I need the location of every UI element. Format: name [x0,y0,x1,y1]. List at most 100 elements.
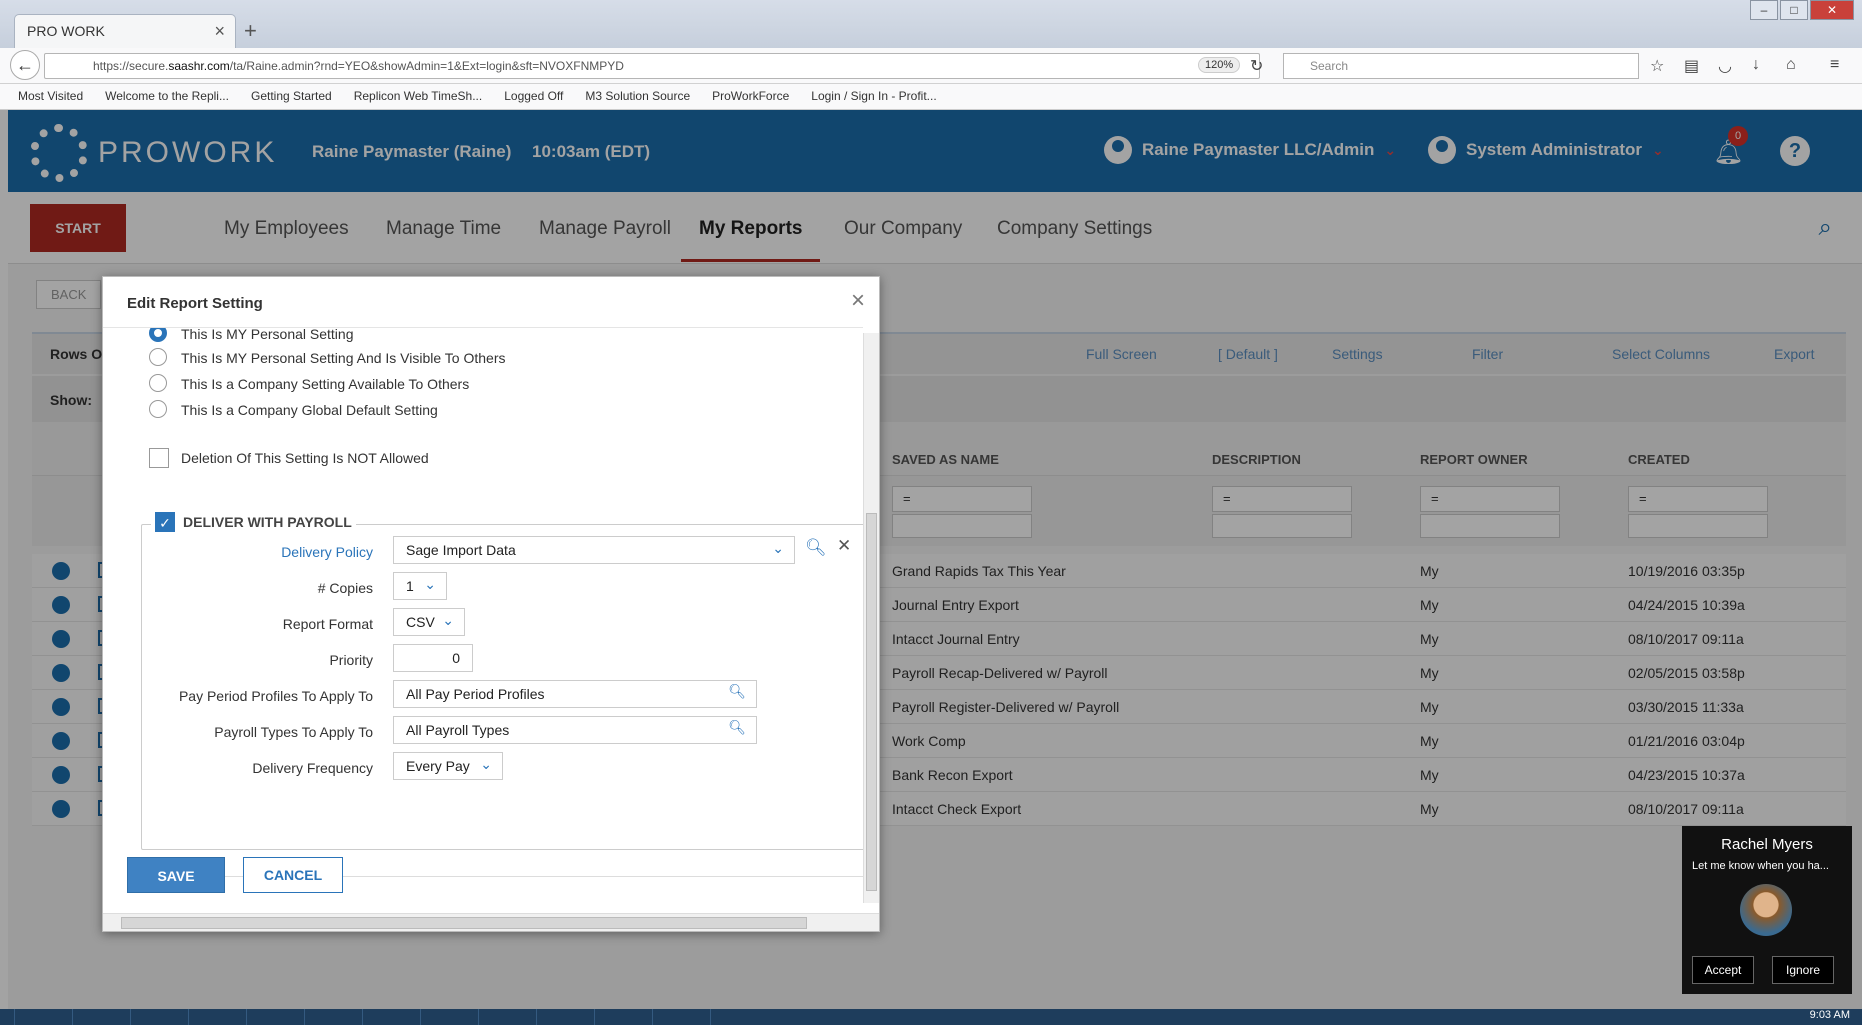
radio-personal[interactable] [149,328,167,342]
tab-title: PRO WORK [27,23,105,39]
bookmark-item[interactable]: Most Visited [18,89,83,109]
clear-icon[interactable]: ✕ [837,536,851,556]
deletion-not-allowed-label: Deletion Of This Setting Is NOT Allowed [181,450,429,466]
vertical-scrollbar[interactable] [863,333,879,903]
dialog-title: Edit Report Setting [127,295,263,312]
lookup-icon[interactable]: 🔍︎ [728,719,746,736]
scroll-thumb[interactable] [121,917,807,929]
maximize-icon[interactable]: □ [1780,0,1808,20]
delivery-policy-select[interactable]: Sage Import Data ⌄ [393,536,795,564]
close-window-icon[interactable]: ✕ [1810,0,1854,20]
windows-taskbar: 9:03 AM [0,1009,1862,1025]
bookmark-item[interactable]: Replicon Web TimeSh... [354,89,483,109]
copies-select[interactable]: 1 ⌄ [393,572,447,600]
firefox-icon[interactable] [536,1009,582,1025]
menu-icon[interactable]: ≡ [1830,56,1839,74]
priority-label: Priority [329,652,373,668]
chat-notification: Rachel Myers Let me know when you ha... … [1682,826,1852,994]
bookmarks-bar: Most Visited Welcome to the Repli... Get… [0,84,1862,110]
divider [127,876,863,877]
pay-period-value: All Pay Period Profiles [406,686,545,702]
report-format-select[interactable]: CSV ⌄ [393,608,465,636]
delivery-frequency-select[interactable]: Every Pay ⌄ [393,752,503,780]
radio-company-available[interactable] [149,374,167,392]
onenote-icon[interactable] [304,1009,350,1025]
pay-period-label: Pay Period Profiles To Apply To [178,688,373,704]
radio-company-default-label: This Is a Company Global Default Setting [181,402,438,418]
chat-contact-name: Rachel Myers [1721,836,1813,853]
browser-back-icon[interactable]: ← [10,50,40,80]
browser-search-input[interactable]: Search [1283,53,1639,79]
delivery-frequency-value: Every Pay [406,758,470,774]
sage-icon[interactable] [710,1009,756,1025]
minimize-icon[interactable]: – [1750,0,1778,20]
app-icon[interactable] [130,1009,176,1025]
payroll-types-label: Payroll Types To Apply To [214,724,373,740]
excel-icon[interactable] [246,1009,292,1025]
url-path: /ta/Raine.admin?rnd=YEO&showAdmin=1&Ext=… [229,59,624,73]
cancel-button[interactable]: CANCEL [243,857,343,893]
horizontal-scrollbar[interactable] [103,913,879,931]
url-domain: saashr.com [168,59,230,73]
edit-report-setting-dialog: Edit Report Setting × This Is MY Persona… [102,276,880,932]
url-prefix: https://secure. [93,59,169,73]
deliver-with-payroll-checkbox[interactable]: ✓ [155,512,175,532]
skype-icon[interactable] [594,1009,640,1025]
pocket-icon[interactable]: ◡ [1718,56,1732,76]
word-icon[interactable] [420,1009,466,1025]
pay-period-field[interactable]: All Pay Period Profiles 🔍︎ [393,680,757,708]
close-icon[interactable]: × [851,287,865,315]
app-icon[interactable] [652,1009,698,1025]
bookmark-item[interactable]: Welcome to the Repli... [105,89,229,109]
radio-personal-visible[interactable] [149,348,167,366]
report-format-value: CSV [406,614,435,630]
bookmark-item[interactable]: Login / Sign In - Profit... [811,89,936,109]
avatar [1740,884,1792,936]
lookup-icon[interactable]: 🔍︎ [728,683,746,700]
bookmark-star-icon[interactable]: ☆ [1650,56,1664,76]
dialog-body: This Is MY Personal Setting This Is MY P… [103,327,863,909]
save-button[interactable]: SAVE [127,857,225,893]
outlook-icon[interactable] [362,1009,408,1025]
bookmark-item[interactable]: Getting Started [251,89,332,109]
lookup-icon[interactable]: 🔍︎ [805,538,827,558]
payroll-types-value: All Payroll Types [406,722,510,738]
radio-personal-label: This Is MY Personal Setting [181,327,354,342]
chrome-icon[interactable] [72,1009,118,1025]
chevron-down-icon: ⌄ [424,576,436,592]
deliver-with-payroll-legend: ✓ DELIVER WITH PAYROLL [151,512,356,532]
chevron-down-icon: ⌄ [442,612,454,628]
priority-input[interactable]: 0 [393,644,473,672]
download-icon[interactable]: ↓ [1752,56,1760,74]
copies-label: # Copies [317,580,373,596]
scroll-thumb[interactable] [866,513,877,891]
browser-tab[interactable]: PRO WORK × [14,14,236,48]
reload-icon[interactable]: ↻ [1250,56,1263,76]
home-icon[interactable]: ⌂ [1786,56,1796,74]
payroll-types-field[interactable]: All Payroll Types 🔍︎ [393,716,757,744]
chevron-down-icon: ⌄ [772,540,784,556]
copies-value: 1 [406,578,414,594]
delivery-policy-label[interactable]: Delivery Policy [143,544,373,560]
ie-icon[interactable] [14,1009,60,1025]
close-tab-icon[interactable]: × [214,21,225,42]
bookmark-item[interactable]: M3 Solution Source [585,89,690,109]
deletion-not-allowed-checkbox[interactable] [149,448,169,468]
browser-tabbar: PRO WORK × + – □ ✕ [0,0,1862,48]
bookmark-item[interactable]: ProWorkForce [712,89,789,109]
explorer-icon[interactable] [478,1009,524,1025]
ignore-button[interactable]: Ignore [1772,956,1834,984]
chat-message: Let me know when you ha... [1692,860,1829,872]
radio-company-default[interactable] [149,400,167,418]
sage-icon[interactable] [188,1009,234,1025]
delivery-policy-value: Sage Import Data [406,542,516,558]
new-tab-icon[interactable]: + [244,18,257,44]
accept-button[interactable]: Accept [1692,956,1754,984]
screen: PRO WORK × + – □ ✕ ← https://secure.saas… [0,0,1862,1025]
radio-personal-visible-label: This Is MY Personal Setting And Is Visib… [181,350,506,366]
window-controls: – □ ✕ [1748,0,1854,20]
url-bar[interactable]: https://secure.saashr.com/ta/Raine.admin… [44,53,1260,79]
bookmark-item[interactable]: Logged Off [504,89,563,109]
zoom-level[interactable]: 120% [1198,57,1241,73]
reading-list-icon[interactable]: ▤ [1684,56,1699,76]
